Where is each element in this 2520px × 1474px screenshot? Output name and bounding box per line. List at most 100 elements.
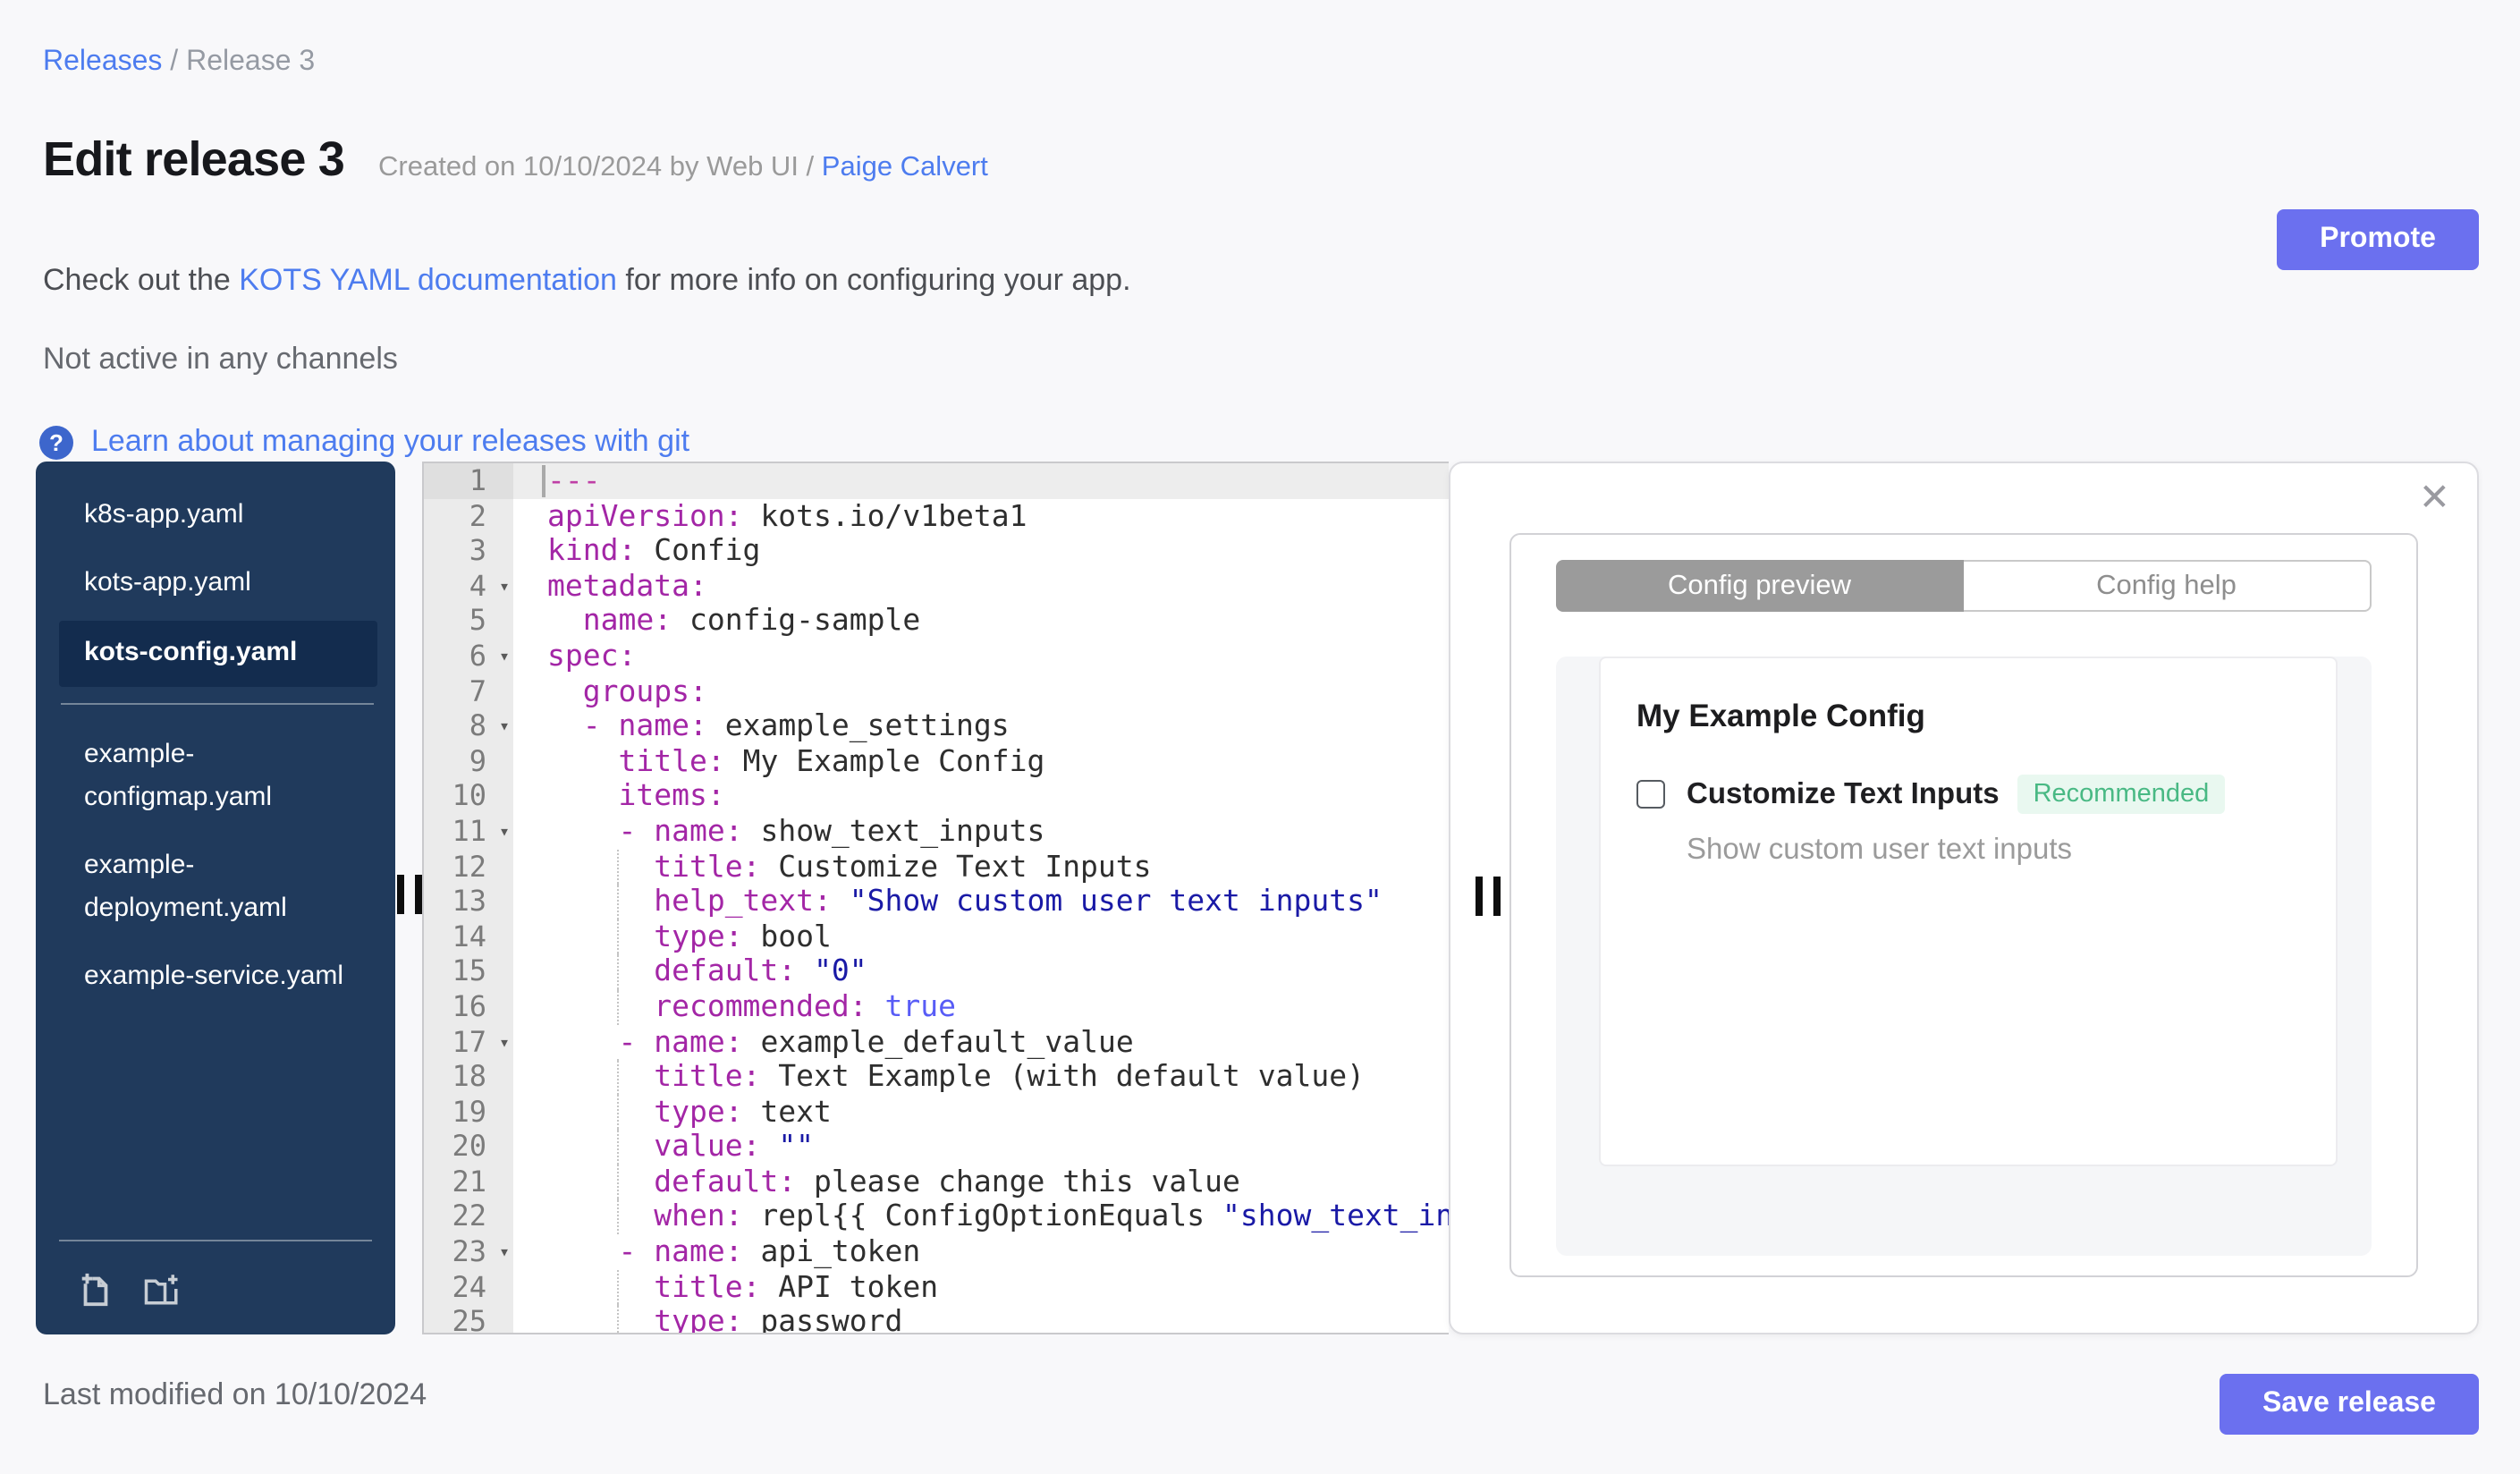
question-icon: ? (39, 425, 73, 459)
line-number: 4 ▾ (424, 569, 513, 604)
indent-guide (617, 1199, 619, 1235)
code-line[interactable]: type: bool (513, 919, 1449, 954)
config-group-title: My Example Config (1636, 698, 1925, 733)
breadcrumb-separator: / (162, 47, 187, 77)
indent-guide (617, 919, 619, 954)
yaml-editor[interactable]: 1 2 3 4 ▾ 5 6 ▾ 7 8 ▾ 9 10 11 ▾ 12 13 14 15 16 17 ▾ 18 19 20 21 22… (422, 462, 1449, 1334)
indent-guide (617, 1129, 619, 1165)
file-item[interactable]: example-configmap.yaml (59, 724, 377, 828)
line-number: 16 (452, 988, 486, 1023)
code-line[interactable]: - name: api_token (513, 1234, 1449, 1269)
indent-guide (617, 1094, 619, 1130)
file-item[interactable]: example-service.yaml (59, 946, 377, 1007)
doc-line: Check out the KOTS YAML documentation fo… (43, 263, 1131, 299)
line-number: 19 (452, 1094, 486, 1129)
code-line[interactable]: - name: show_text_inputs (513, 814, 1449, 849)
line-number: 24 (452, 1269, 486, 1304)
handle-bar (1476, 877, 1483, 916)
learn-git-link[interactable]: Learn about managing your releases with … (91, 424, 689, 460)
file-item[interactable]: k8s-app.yaml (59, 485, 377, 546)
add-folder-icon[interactable] (143, 1269, 181, 1307)
code-line[interactable]: help_text: "Show custom user text inputs… (513, 884, 1449, 919)
created-author-link[interactable]: Paige Calvert (822, 152, 988, 182)
code-line[interactable]: default: "0" (513, 953, 1449, 989)
code-line[interactable]: title: API token (513, 1269, 1449, 1305)
file-list: k8s-app.yaml kots-app.yaml kots-config.yam… (36, 462, 395, 1007)
kots-yaml-doc-link[interactable]: KOTS YAML documentation (239, 263, 617, 297)
code-line[interactable]: groups: (513, 673, 1449, 708)
preview-card: Config preview Config help My Example Con… (1509, 533, 2418, 1277)
config-item-help: Show custom user text inputs (1687, 834, 2073, 866)
code-line[interactable]: metadata: (513, 569, 1449, 604)
code-line[interactable]: when: repl{{ ConfigOptionEquals "show_te… (513, 1199, 1449, 1235)
code-line[interactable]: type: password (513, 1304, 1449, 1333)
line-number: 10 (452, 778, 486, 813)
editor-preview-resize-handle[interactable] (1476, 877, 1501, 916)
code-line[interactable]: items: (513, 779, 1449, 814)
indent-guide (617, 953, 619, 989)
line-number: 21 (452, 1164, 486, 1199)
recommended-badge: Recommended (2017, 775, 2226, 814)
save-release-button[interactable]: Save release (2220, 1374, 2479, 1435)
code-line[interactable]: title: My Example Config (513, 744, 1449, 779)
fold-arrow-icon[interactable]: ▾ (499, 571, 510, 606)
line-number: 25 (452, 1304, 486, 1334)
sidebar-footer (59, 1240, 372, 1334)
file-item[interactable]: kots-config.yaml (59, 621, 377, 687)
code-line[interactable]: - name: example_settings (513, 708, 1449, 743)
code-line[interactable]: title: Customize Text Inputs (513, 849, 1449, 885)
created-text: Created on 10/10/2024 by Web UI / (378, 152, 822, 182)
customize-text-inputs-checkbox[interactable] (1636, 780, 1665, 809)
handle-bar (1493, 877, 1501, 916)
tab-config-preview[interactable]: Config preview (1556, 560, 1963, 612)
add-file-icon[interactable] (77, 1269, 114, 1307)
code-line[interactable]: --- (513, 463, 1449, 499)
preview-tabs: Config preview Config help (1556, 560, 2372, 612)
page-title: Edit release 3 (43, 132, 345, 186)
line-number: 8 ▾ (424, 708, 513, 743)
fold-arrow-icon[interactable]: ▾ (499, 816, 510, 851)
page: Releases / Release 3 Edit release 3 Crea… (0, 0, 2520, 1474)
line-number: 11 ▾ (424, 814, 513, 849)
indent-guide (617, 849, 619, 885)
line-number: 23 ▾ (424, 1234, 513, 1269)
file-item[interactable]: kots-app.yaml (59, 553, 377, 614)
line-number: 2 (469, 498, 486, 533)
line-number: 12 (452, 849, 486, 884)
promote-button[interactable]: Promote (2277, 209, 2479, 270)
doc-prefix: Check out the (43, 263, 240, 297)
sidebar-resize-handle[interactable] (397, 875, 422, 914)
code-line[interactable]: value: "" (513, 1129, 1449, 1165)
close-icon[interactable]: ✕ (2419, 476, 2450, 519)
code-line[interactable]: type: text (513, 1094, 1449, 1130)
fold-arrow-icon[interactable]: ▾ (499, 1026, 510, 1061)
code-line[interactable]: recommended: true (513, 988, 1449, 1024)
code-line[interactable]: apiVersion: kots.io/v1beta1 (513, 498, 1449, 533)
editor-code[interactable]: --- apiVersion: kots.io/v1beta1 kind: Conf… (513, 463, 1449, 1333)
line-number: 9 (469, 743, 486, 778)
config-item-label: Customize Text Inputs (1687, 777, 2000, 809)
line-number: 7 (469, 673, 486, 708)
config-item-row: Customize Text Inputs Recommended (1636, 775, 2300, 814)
config-preview-panel: ✕ Config preview Config help My Example C… (1449, 462, 2479, 1334)
indent-guide (617, 988, 619, 1024)
code-line[interactable]: title: Text Example (with default value) (513, 1059, 1449, 1095)
fold-arrow-icon[interactable]: ▾ (499, 1236, 510, 1271)
code-line[interactable]: default: please change this value (513, 1164, 1449, 1199)
line-number: 14 (452, 919, 486, 953)
learn-row: ? Learn about managing your releases wit… (39, 424, 689, 460)
code-line[interactable]: spec: (513, 639, 1449, 673)
breadcrumb-releases-link[interactable]: Releases (43, 47, 162, 77)
doc-suffix: for more info on configuring your app. (616, 263, 1131, 297)
line-number: 13 (452, 884, 486, 919)
file-item[interactable]: example-deployment.yaml (59, 835, 377, 939)
code-line[interactable]: name: config-sample (513, 604, 1449, 639)
fold-arrow-icon[interactable]: ▾ (499, 640, 510, 675)
code-line[interactable]: - name: example_default_value (513, 1024, 1449, 1059)
line-number: 5 (469, 603, 486, 638)
handle-bar (397, 875, 404, 914)
tab-config-help[interactable]: Config help (1963, 560, 2372, 612)
code-line[interactable]: kind: Config (513, 533, 1449, 568)
fold-arrow-icon[interactable]: ▾ (499, 710, 510, 745)
editor-gutter: 1 2 3 4 ▾ 5 6 ▾ 7 8 ▾ 9 10 11 ▾ 12 13 14 15 16 17 ▾ 18 19 20 21 22… (424, 463, 513, 1333)
